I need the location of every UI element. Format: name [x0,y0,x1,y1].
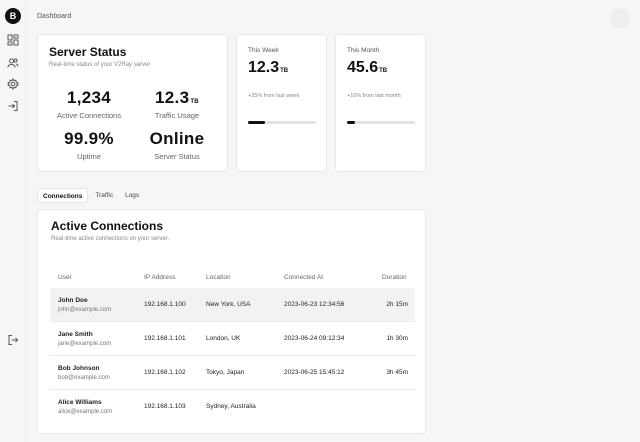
user-name: Bob Johnson [58,365,100,372]
connected-at: 2023-06-24 09:12:34 [284,335,345,342]
this-week-unit: TB [280,68,289,74]
server-state-value: Online [149,129,205,148]
duration: 3h 45m [386,369,408,376]
this-week-progress [248,121,316,124]
column-header-ip[interactable]: IP Address [144,274,175,281]
user-name: Alice Williams [58,399,102,406]
breadcrumb: Dashboard [37,13,72,20]
active-connections-value: 1,234 [66,88,112,107]
this-month-change: +10% from last month [347,93,401,99]
duration: 1h 30m [386,335,408,342]
tab-connections[interactable]: Connections [37,188,89,203]
this-week-progress-fill [248,121,265,124]
settings-icon[interactable] [7,78,19,90]
connected-at: 2023-06-25 15:45:12 [284,369,345,376]
server-state-label: Server Status [154,152,200,161]
column-header-location[interactable]: Location [206,274,231,281]
app-logo[interactable]: B [5,8,21,24]
table-row[interactable]: Bob Johnson bob@example.com 192.168.1.10… [50,356,415,390]
user-email: john@example.com [58,307,112,313]
duration: 2h 15m [386,301,408,308]
this-month-progress-fill [347,121,356,124]
this-week-card: This Week 12.3TB +25% from last week [236,34,327,172]
logout-icon[interactable] [7,334,19,346]
this-month-unit: TB [379,68,388,74]
server-state-stat: Online Server Status [132,129,222,161]
uptime-stat: 99.9% Uptime [44,129,134,161]
user-email: jane@example.com [58,341,112,347]
location: Tokyo, Japan [206,369,245,376]
this-week-label: This Week [248,47,279,54]
traffic-usage-stat: 12.3TB Traffic Usage [132,88,222,120]
avatar[interactable] [610,8,630,28]
active-connections-label: Active Connections [56,111,122,120]
this-week-change: +25% from last week [248,93,300,99]
user-name: Jane Smith [58,331,93,338]
uptime-label: Uptime [77,152,101,161]
dashboard-icon[interactable] [7,34,19,46]
tab-bar: Connections Traffic Logs [37,188,144,204]
connections-subtitle: Real-time active connections on your ser… [51,236,170,242]
server-status-title: Server Status [49,45,127,59]
active-connections-stat: 1,234 Active Connections [44,88,134,120]
uptime-value: 99.9% [64,129,114,148]
location: Sydney, Australia [206,403,256,410]
traffic-usage-unit: TB [190,99,199,105]
table-row[interactable]: John Doe john@example.com 192.168.1.100 … [50,288,415,322]
location: New York, USA [206,301,251,308]
connections-title: Active Connections [51,219,164,233]
this-month-label: This Month [347,47,380,54]
connected-at: 2023-06-23 12:34:56 [284,301,345,308]
server-status-card: Server Status Real-time status of your V… [37,34,228,172]
ip-address: 192.168.1.101 [144,335,186,342]
user-email: alice@example.com [58,409,113,415]
this-month-value: 45.6 [347,59,379,76]
user-email: bob@example.com [58,375,110,381]
tab-traffic[interactable]: Traffic [90,188,118,203]
this-month-progress [347,121,415,124]
ip-address: 192.168.1.100 [144,301,186,308]
user-name: John Doe [58,297,88,304]
table-row[interactable]: Jane Smith jane@example.com 192.168.1.10… [50,322,415,356]
server-status-subtitle: Real-time status of your V2Ray server [49,62,151,68]
column-header-duration[interactable]: Duration [382,274,407,281]
login-icon[interactable] [7,100,19,112]
location: London, UK [206,335,241,342]
ip-address: 192.168.1.103 [144,403,186,410]
this-month-card: This Month 45.6TB +10% from last month [335,34,426,172]
this-week-value: 12.3 [248,59,280,76]
traffic-usage-value: 12.3 [155,88,190,107]
ip-address: 192.168.1.102 [144,369,186,376]
active-connections-card: Active Connections Real-time active conn… [37,209,426,434]
tab-logs[interactable]: Logs [120,188,144,203]
column-header-connected-at[interactable]: Connected At [284,274,323,281]
traffic-usage-label: Traffic Usage [154,111,200,120]
table-row[interactable]: Alice Williams alice@example.com 192.168… [50,390,415,424]
column-header-user[interactable]: User [58,274,72,281]
sidebar: B [0,0,26,442]
users-icon[interactable] [7,57,19,69]
